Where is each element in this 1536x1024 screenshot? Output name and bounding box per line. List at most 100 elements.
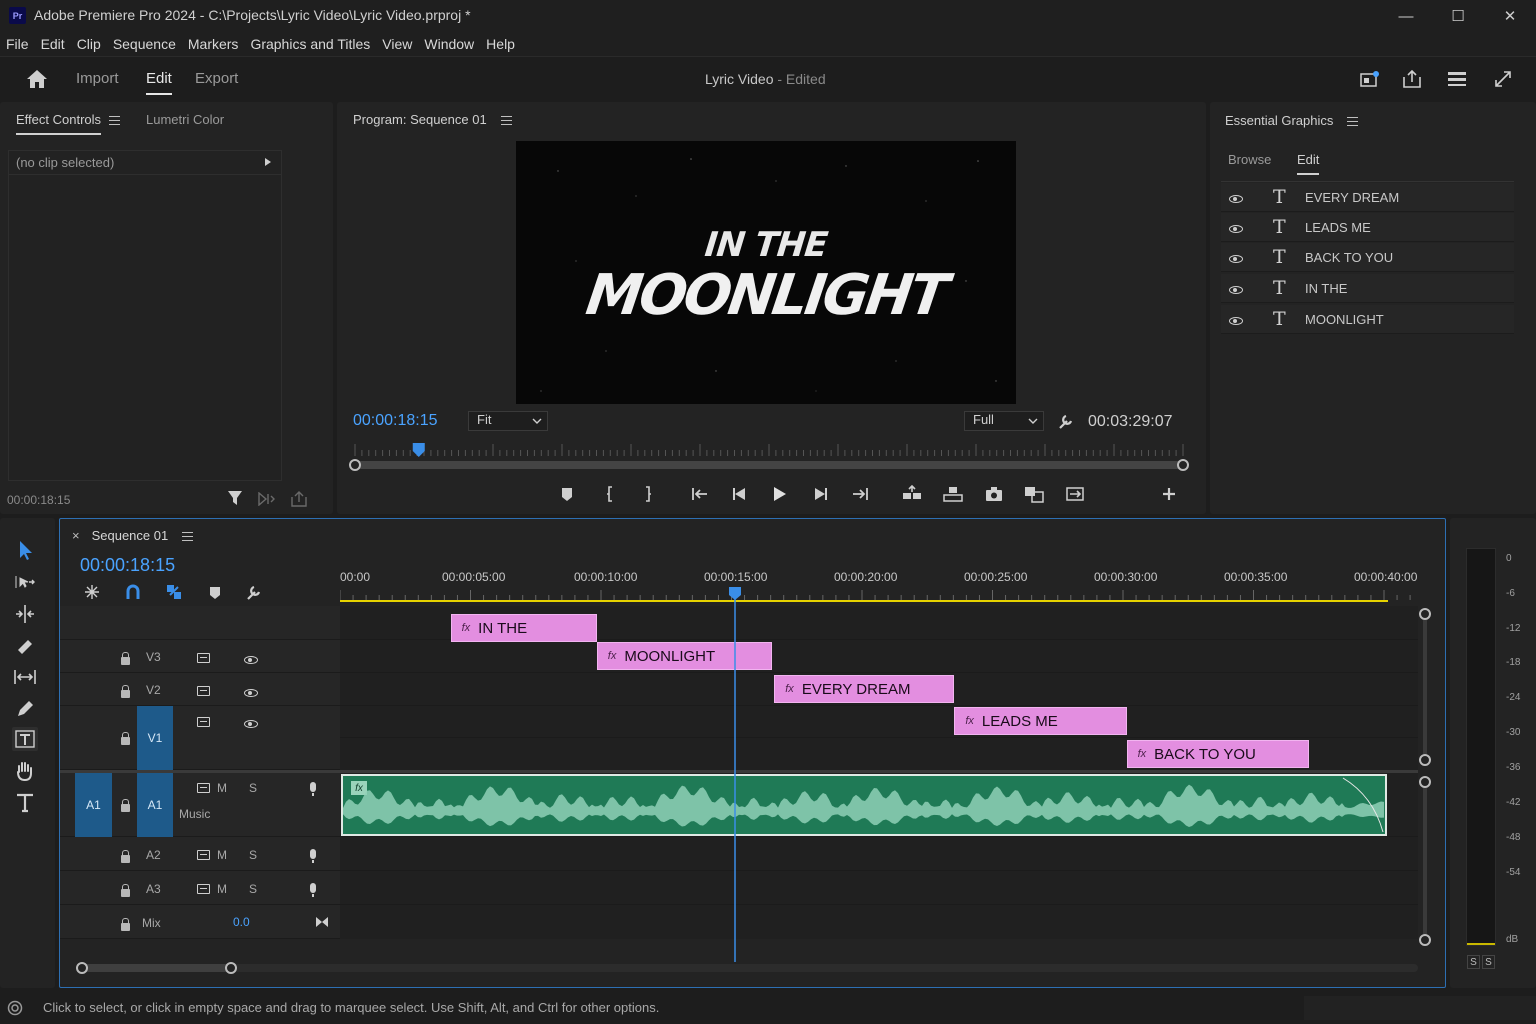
sync-lock-film-icon[interactable]	[196, 783, 210, 793]
graphic-clip[interactable]: fx EVERY DREAM	[774, 675, 955, 703]
solo-button[interactable]: S	[249, 781, 257, 795]
eg-layer-row[interactable]: T BACK TO YOU	[1221, 243, 1514, 272]
eg-layer-row[interactable]: T MOONLIGHT	[1221, 305, 1514, 334]
sequence-menu-icon[interactable]	[182, 532, 194, 542]
background-tasks-icon[interactable]	[6, 1000, 24, 1016]
graphic-clip[interactable]: fx BACK TO YOU	[1126, 740, 1310, 768]
track-lock-icon[interactable]	[121, 652, 130, 665]
track-lock-icon[interactable]	[121, 850, 130, 863]
track-lock-icon[interactable]	[121, 918, 130, 931]
audio-zoom-handle-bottom[interactable]	[1419, 934, 1431, 946]
sync-lock-film-icon[interactable]	[196, 850, 210, 860]
track-visibility-eye-icon[interactable]	[244, 689, 259, 697]
go-to-end-icon[interactable]	[315, 916, 329, 928]
timeline-settings-wrench-icon[interactable]	[245, 583, 263, 601]
track-header-a2[interactable]: A2 M S	[60, 837, 340, 871]
go-to-in-icon[interactable]	[688, 484, 712, 504]
mark-out-icon[interactable]	[636, 484, 660, 504]
extract-icon[interactable]	[941, 484, 965, 504]
play-audio-icon[interactable]	[258, 492, 276, 506]
track-area-a2[interactable]	[340, 837, 1418, 871]
add-marker-icon[interactable]	[555, 484, 579, 504]
voiceover-mic-icon[interactable]	[310, 883, 317, 897]
step-forward-icon[interactable]	[808, 484, 832, 504]
pen-tool-icon[interactable]	[12, 697, 38, 721]
mix-volume-value[interactable]: 0.0	[233, 915, 250, 929]
mute-button[interactable]: M	[217, 781, 227, 795]
button-editor-plus-icon[interactable]	[1157, 484, 1181, 504]
menu-clip[interactable]: Clip	[77, 36, 101, 52]
export-frame-icon[interactable]	[290, 491, 308, 507]
nest-toggle-icon[interactable]	[82, 583, 102, 601]
sync-lock-film-icon[interactable]	[196, 717, 210, 727]
close-sequence-icon[interactable]: ×	[72, 528, 80, 543]
eg-tab-browse[interactable]: Browse	[1228, 152, 1271, 167]
program-time-ruler[interactable]	[345, 440, 1193, 476]
eg-layer-row[interactable]: T EVERY DREAM	[1221, 183, 1514, 212]
razor-tool-icon[interactable]	[12, 634, 38, 658]
mark-in-icon[interactable]	[598, 484, 622, 504]
voiceover-mic-icon[interactable]	[310, 849, 317, 863]
hand-tool-icon[interactable]	[12, 759, 38, 783]
graphic-clip[interactable]: fx IN THE	[450, 614, 597, 642]
visibility-eye-icon[interactable]	[1229, 255, 1243, 263]
timeline-horizontal-zoom[interactable]	[74, 960, 1419, 976]
minimize-button[interactable]: —	[1380, 0, 1432, 32]
solo-left-button[interactable]: S	[1467, 955, 1480, 969]
export-frame-camera-icon[interactable]	[982, 484, 1006, 504]
track-area-v1-a[interactable]	[340, 706, 1418, 738]
mute-button[interactable]: M	[217, 848, 227, 862]
mute-button[interactable]: M	[217, 882, 227, 896]
timeline-vertical-scrollbar[interactable]	[1418, 606, 1432, 946]
track-header-mix[interactable]: Mix 0.0	[60, 905, 340, 939]
tab-edit[interactable]: Edit	[146, 70, 172, 95]
zoom-handle-right[interactable]	[1177, 459, 1189, 471]
workspaces-menu-icon[interactable]	[1447, 71, 1467, 87]
voiceover-mic-icon[interactable]	[310, 782, 317, 796]
track-lock-icon[interactable]	[121, 884, 130, 897]
track-target-v1[interactable]: V1	[137, 706, 173, 770]
video-zoom-handle-top[interactable]	[1419, 608, 1431, 620]
playback-resolution-select[interactable]: Full	[964, 411, 1044, 431]
track-lock-icon[interactable]	[121, 732, 130, 745]
fullscreen-icon[interactable]	[1494, 70, 1512, 88]
panel-menu-icon[interactable]	[109, 116, 121, 126]
slip-tool-icon[interactable]	[12, 665, 38, 689]
zoom-handle-left[interactable]	[349, 459, 361, 471]
menu-sequence[interactable]: Sequence	[113, 36, 176, 52]
maximize-button[interactable]: ☐	[1432, 0, 1484, 32]
menu-edit[interactable]: Edit	[41, 36, 65, 52]
track-area-mix[interactable]	[340, 905, 1418, 939]
sync-lock-film-icon[interactable]	[196, 884, 210, 894]
track-lock-icon[interactable]	[121, 685, 130, 698]
clip-selector[interactable]: (no clip selected)	[8, 150, 282, 175]
quick-export-icon[interactable]	[1360, 71, 1380, 88]
track-header-v2[interactable]: V2	[60, 673, 340, 706]
graphic-clip[interactable]: fx MOONLIGHT	[596, 642, 772, 670]
track-visibility-eye-icon[interactable]	[244, 720, 259, 728]
visibility-eye-icon[interactable]	[1229, 195, 1243, 203]
ripple-edit-tool-icon[interactable]	[12, 602, 38, 626]
track-visibility-eye-icon[interactable]	[244, 656, 259, 664]
visibility-eye-icon[interactable]	[1229, 317, 1243, 325]
track-header-v3[interactable]: V3	[60, 640, 340, 673]
h-zoom-handle-right[interactable]	[225, 962, 237, 974]
sync-lock-film-icon[interactable]	[196, 686, 210, 696]
eg-tab-edit[interactable]: Edit	[1297, 152, 1320, 175]
eg-layer-row[interactable]: T IN THE	[1221, 274, 1514, 303]
solo-right-button[interactable]: S	[1482, 955, 1495, 969]
selection-tool-icon[interactable]	[12, 538, 38, 562]
essential-graphics-tab[interactable]: Essential Graphics	[1225, 113, 1359, 128]
essential-graphics-menu-icon[interactable]	[1347, 117, 1359, 127]
snap-magnet-icon[interactable]	[124, 583, 142, 601]
visibility-eye-icon[interactable]	[1229, 225, 1243, 233]
solo-button[interactable]: S	[249, 882, 257, 896]
audio-zoom-handle-top[interactable]	[1419, 776, 1431, 788]
track-area-a3[interactable]	[340, 871, 1418, 905]
step-back-icon[interactable]	[728, 484, 752, 504]
share-icon[interactable]	[1402, 69, 1422, 88]
settings-wrench-icon[interactable]	[1057, 412, 1075, 430]
add-timeline-marker-icon[interactable]	[208, 585, 222, 601]
tab-export[interactable]: Export	[195, 70, 238, 87]
zoom-level-select[interactable]: Fit	[468, 411, 548, 431]
